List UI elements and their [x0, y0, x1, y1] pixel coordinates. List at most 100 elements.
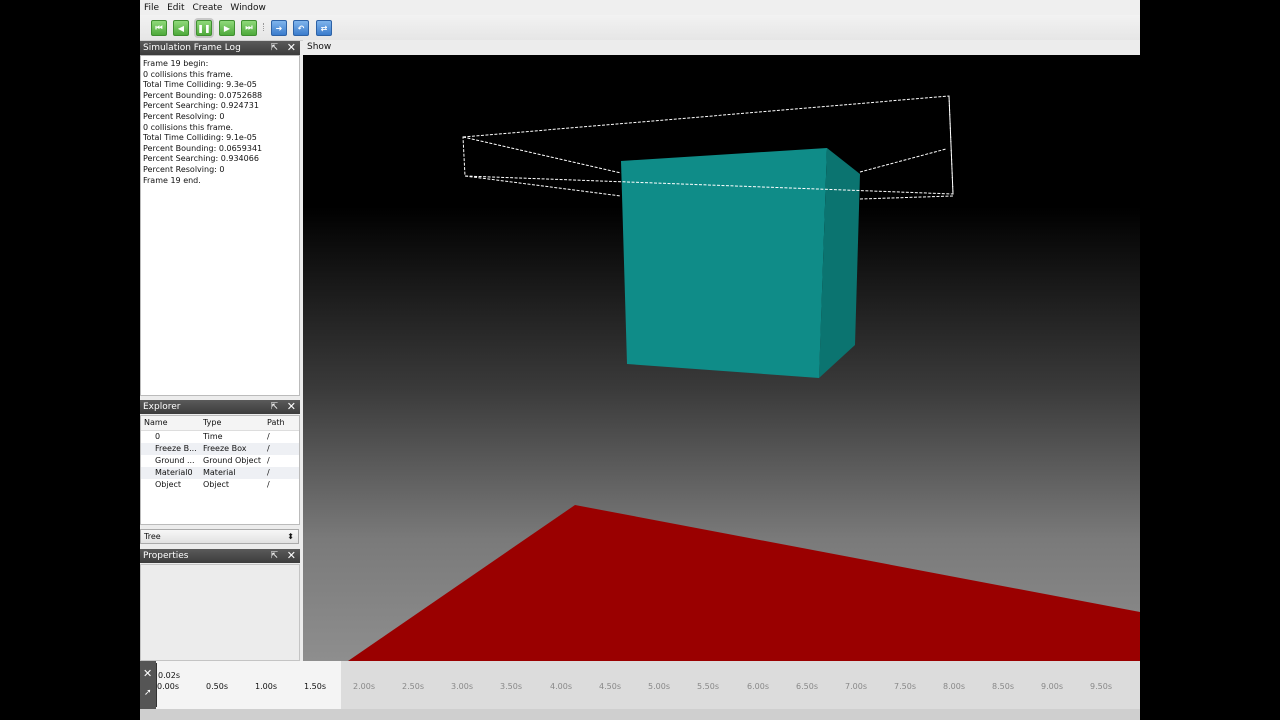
row-name: Freeze B...: [155, 444, 197, 453]
simulation-app-window: File Edit Create Window ⏮ ◀ ❚❚ ▶ ⏭ ➜ ↶ ⇄…: [140, 0, 1140, 720]
column-header-path[interactable]: Path: [267, 416, 297, 430]
row-name: Material0: [155, 468, 193, 477]
row-path: /: [267, 468, 270, 477]
time-tick: 9.00s: [1041, 682, 1063, 691]
menu-edit[interactable]: Edit: [163, 3, 188, 13]
close-dock-icon[interactable]: ✕: [287, 549, 296, 563]
log-line: Percent Bounding: 0.0659341: [143, 143, 263, 153]
frame-log-title-bar[interactable]: Simulation Frame Log ⇱ ✕: [140, 41, 300, 55]
explorer-title: Explorer: [143, 402, 181, 412]
menu-create[interactable]: Create: [189, 3, 227, 13]
menu-file[interactable]: File: [140, 3, 163, 13]
toolbar-separator: [263, 23, 266, 31]
view-mode-select[interactable]: Tree ⬍: [140, 529, 299, 544]
step-forward-icon: ▶: [223, 23, 231, 33]
toolbar: ⏮ ◀ ❚❚ ▶ ⏭ ➜ ↶ ⇄: [140, 15, 1140, 41]
row-name: Ground ...: [155, 456, 195, 465]
skip-to-start-icon: ⏮: [155, 23, 163, 32]
time-tick: 8.50s: [992, 682, 1014, 691]
log-line: Total Time Colliding: 9.1e-05: [143, 133, 257, 143]
float-dock-icon[interactable]: ⇱: [270, 400, 278, 414]
row-path: /: [267, 432, 270, 441]
explorer-tree[interactable]: Name Type Path 0 Time / Freeze B... Free…: [140, 415, 300, 525]
pause-button[interactable]: ❚❚: [196, 20, 212, 36]
float-dock-icon[interactable]: ⇱: [270, 41, 278, 55]
row-path: /: [267, 444, 270, 453]
step-back-icon: ◀: [177, 23, 185, 33]
time-tick: 2.00s: [353, 682, 375, 691]
scene-canvas: [348, 95, 1140, 661]
frame-log-panel[interactable]: Frame 19 begin: 0 collisions this frame.…: [140, 55, 300, 396]
column-header-type[interactable]: Type: [203, 416, 267, 430]
explorer-title-bar[interactable]: Explorer ⇱ ✕: [140, 400, 300, 414]
close-dock-icon[interactable]: ✕: [287, 400, 296, 414]
row-path: /: [267, 480, 270, 489]
log-line: 0 collisions this frame.: [143, 69, 234, 79]
frame-log-title: Simulation Frame Log: [143, 43, 241, 53]
timeline[interactable]: ✕ ➚ 0.02s 0.00s 0.50s 1.00s 1.50s 2.00s …: [140, 661, 1140, 720]
tree-row[interactable]: 0 Time /: [141, 431, 299, 443]
log-line: Frame 19 begin:: [143, 59, 209, 68]
time-tick: 1.00s: [255, 682, 277, 691]
menu-window[interactable]: Window: [226, 3, 270, 13]
properties-title-bar[interactable]: Properties ⇱ ✕: [140, 549, 300, 563]
forward-arrow-button[interactable]: ➜: [271, 20, 287, 36]
log-line: 0 collisions this frame.: [143, 122, 234, 132]
log-line: Percent Resolving: 0: [143, 111, 225, 121]
step-forward-button[interactable]: ▶: [219, 20, 235, 36]
time-tick: 0.50s: [206, 682, 228, 691]
undo-arrow-button[interactable]: ↶: [293, 20, 309, 36]
column-header-name[interactable]: Name: [141, 416, 203, 430]
skip-to-end-button[interactable]: ⏭: [241, 20, 257, 36]
properties-title: Properties: [143, 551, 189, 561]
show-bar: Show: [303, 40, 1140, 55]
close-dock-icon[interactable]: ✕: [287, 41, 296, 55]
time-tick: 6.00s: [747, 682, 769, 691]
step-back-button[interactable]: ◀: [173, 20, 189, 36]
swap-arrow-icon: ⇄: [320, 23, 328, 33]
time-tick: 0.00s: [157, 682, 179, 691]
explorer-header: Name Type Path: [141, 416, 299, 431]
timeline-controls: ✕ ➚: [140, 661, 156, 709]
view-mode-value: Tree: [144, 532, 161, 541]
row-name: Object: [155, 480, 182, 489]
current-time-label: 0.02s: [158, 671, 180, 680]
tree-row[interactable]: Freeze B... Freeze Box /: [141, 443, 299, 455]
row-name: 0: [155, 432, 161, 441]
time-tick: 4.00s: [550, 682, 572, 691]
tree-row[interactable]: Object Object /: [141, 479, 299, 491]
swap-arrow-button[interactable]: ⇄: [316, 20, 332, 36]
time-tick: 3.00s: [451, 682, 473, 691]
row-type: Time: [203, 432, 223, 441]
tree-row[interactable]: Ground ... Ground Object /: [141, 455, 299, 467]
float-dock-icon[interactable]: ⇱: [270, 549, 278, 563]
3d-viewport[interactable]: [303, 55, 1140, 661]
row-type: Object: [203, 480, 230, 489]
show-menu[interactable]: Show: [307, 42, 331, 52]
time-tick: 1.50s: [304, 682, 326, 691]
log-line: Total Time Colliding: 9.3e-05: [143, 80, 257, 90]
forward-arrow-icon: ➜: [275, 23, 283, 33]
time-tick: 7.50s: [894, 682, 916, 691]
timeline-scrollbar[interactable]: [140, 709, 1140, 720]
log-line: Percent Resolving: 0: [143, 164, 225, 174]
pause-icon: ❚❚: [197, 23, 211, 33]
log-line: Percent Bounding: 0.0752688: [143, 90, 263, 100]
time-tick: 7.00s: [845, 682, 867, 691]
close-timeline-icon[interactable]: ✕: [143, 667, 152, 680]
log-line: Percent Searching: 0.934066: [143, 154, 259, 164]
time-tick: 8.00s: [943, 682, 965, 691]
properties-panel[interactable]: [140, 564, 300, 661]
time-tick: 4.50s: [599, 682, 621, 691]
time-tick: 6.50s: [796, 682, 818, 691]
undo-arrow-icon: ↶: [297, 23, 305, 33]
tree-row[interactable]: Material0 Material /: [141, 467, 299, 479]
row-path: /: [267, 456, 270, 465]
skip-to-start-button[interactable]: ⏮: [151, 20, 167, 36]
skip-to-end-icon: ⏭: [245, 23, 253, 32]
time-tick: 5.50s: [697, 682, 719, 691]
row-type: Ground Object: [203, 456, 262, 465]
log-line: Frame 19 end.: [143, 175, 201, 185]
time-tick: 9.50s: [1090, 682, 1112, 691]
time-tick: 3.50s: [500, 682, 522, 691]
